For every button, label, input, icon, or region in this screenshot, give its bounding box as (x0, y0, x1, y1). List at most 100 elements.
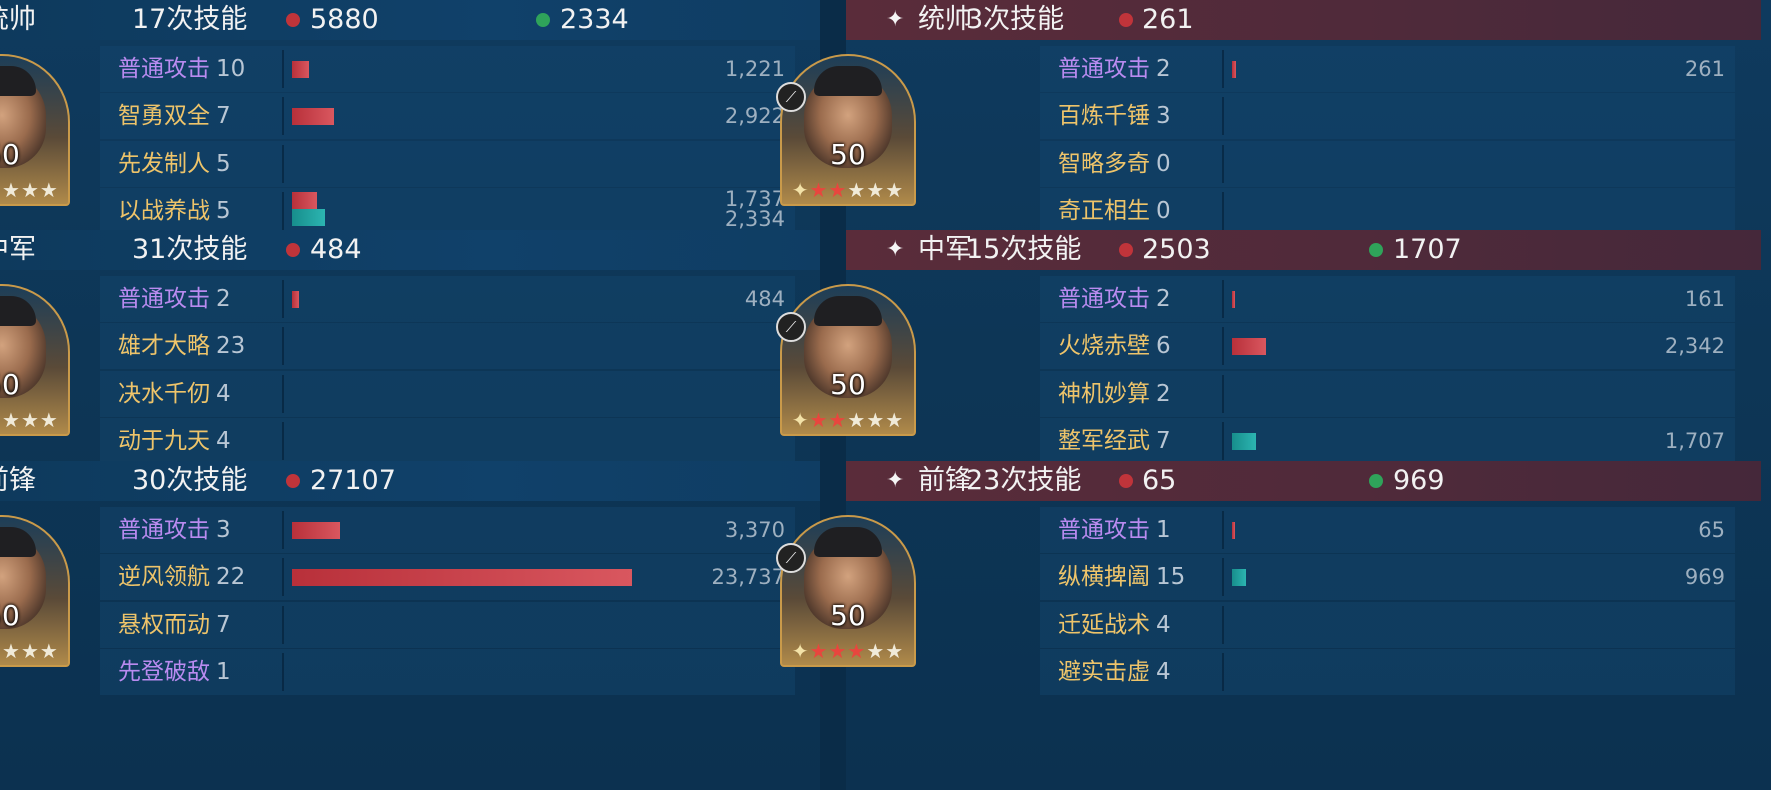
skill-name-text: 神机妙算 (1058, 381, 1150, 407)
skill-row[interactable]: 以战养战 5 1,737 2,334 (100, 187, 795, 234)
skill-row[interactable]: 先发制人 5 (100, 141, 795, 187)
skill-name: 决水千仞 4 (118, 371, 231, 417)
skill-name-text: 先登破敌 (118, 659, 210, 685)
hero-portrait[interactable]: 50 ✦★★★★★ ⟋ (776, 515, 916, 667)
skill-row[interactable]: 避实击虚 4 (1040, 649, 1735, 695)
skill-row[interactable]: 百炼千锤 3 (1040, 93, 1735, 139)
skill-row[interactable]: 普通攻击 3 3,370 (100, 507, 795, 553)
hero-level: 50 (830, 599, 866, 632)
hero-portrait[interactable]: 50 ★★★★★★ (0, 284, 70, 436)
star-icon: ★ (866, 639, 886, 663)
skill-name: 整军经武 7 (1058, 418, 1171, 464)
skill-name-text: 避实击虚 (1058, 659, 1150, 685)
damage-dot-icon (1119, 13, 1133, 27)
skill-name-text: 动于九天 (118, 428, 210, 454)
skill-row[interactable]: 先登破敌 1 (100, 649, 795, 695)
skill-name: 迁延战术 4 (1058, 602, 1171, 648)
damage-value: 161 (1684, 287, 1725, 311)
skill-name: 先登破敌 1 (118, 649, 231, 695)
star-icon: ★ (20, 639, 40, 663)
spear-icon: ⟋ (776, 312, 806, 342)
skill-row[interactable]: 整军经武 7 1,707 (1040, 418, 1735, 464)
row-separator (1222, 653, 1224, 691)
skill-use-count: 4 (1156, 612, 1171, 638)
group-header: ✦ 统帅 3次技能 261 (846, 0, 1761, 40)
skill-row[interactable]: 逆风领航 22 23,737 (100, 554, 795, 600)
skill-row[interactable]: 悬权而动 7 (100, 602, 795, 648)
row-separator (282, 375, 284, 413)
skill-name: 纵横捭阖 15 (1058, 554, 1185, 600)
left-team-panel: 统帅17次技能5880233450★★★★★★普通攻击101,221智勇双全72… (0, 0, 820, 790)
skill-row[interactable]: 智略多奇 0 (1040, 141, 1735, 187)
skill-cast-count: 15次技能 (966, 234, 1082, 265)
skill-row[interactable]: 智勇双全 7 2,922 (100, 93, 795, 139)
sparkle-icon: ✦ (791, 639, 810, 663)
star-icon: ★ (39, 178, 59, 202)
skill-row[interactable]: 普通攻击 2 261 (1040, 46, 1735, 92)
skill-row[interactable]: 普通攻击 10 1,221 (100, 46, 795, 92)
hero-portrait[interactable]: 50 ✦★★★★★ ⟋ (776, 284, 916, 436)
hero-portrait[interactable]: 50 ★★★★★★ (0, 515, 70, 667)
skill-use-count: 1 (1156, 517, 1171, 543)
skill-row[interactable]: 动于九天 4 (100, 418, 795, 464)
damage-value: 484 (744, 287, 785, 311)
damage-bar (292, 108, 334, 125)
damage-dot-icon (1119, 474, 1133, 488)
skill-row[interactable]: 奇正相生 0 (1040, 188, 1735, 234)
damage-bar (1232, 291, 1235, 308)
skill-row[interactable]: 纵横捭阖 15 969 (1040, 554, 1735, 600)
row-separator (1222, 280, 1224, 318)
hero-portrait[interactable]: 50 ★★★★★★ (0, 54, 70, 206)
group-header: 中军 31次技能 484 (0, 230, 820, 270)
row-separator (1222, 422, 1224, 460)
heal-dot-icon (536, 13, 550, 27)
row-separator (1222, 375, 1224, 413)
skill-row[interactable]: 决水千仞 4 (100, 371, 795, 417)
axe-icon: ⟋ (776, 82, 806, 112)
skill-cast-count: 3次技能 (966, 4, 1065, 35)
hero-level: 50 (830, 368, 866, 401)
group-header: 前锋 30次技能 27107 (0, 461, 820, 501)
star-rating: ✦★★★★★ (786, 408, 910, 432)
group-header: ✦ 前锋 23次技能 65 969 (846, 461, 1761, 501)
skill-row[interactable]: 雄才大略 23 (100, 323, 795, 369)
skill-name-text: 决水千仞 (118, 381, 210, 407)
skill-name: 普通攻击 2 (1058, 46, 1171, 92)
damage-dot-icon (286, 243, 300, 257)
skill-name-text: 普通攻击 (1058, 517, 1150, 543)
star-icon: ★ (39, 639, 59, 663)
skill-name-text: 火烧赤壁 (1058, 333, 1150, 359)
skill-row[interactable]: 神机妙算 2 (1040, 371, 1735, 417)
heal-bar (1232, 433, 1256, 450)
damage-value: 3,370 (724, 518, 785, 542)
star-icon: ★ (809, 178, 829, 202)
row-separator (282, 145, 284, 183)
skill-use-count: 5 (216, 151, 231, 177)
sparkle-icon: ✦ (886, 237, 905, 262)
skill-row[interactable]: 火烧赤壁 6 2,342 (1040, 323, 1735, 369)
skill-row[interactable]: 普通攻击 2 484 (100, 276, 795, 322)
hero-portrait[interactable]: 50 ✦★★★★★ ⟋ (776, 54, 916, 206)
skill-name: 避实击虚 4 (1058, 649, 1171, 695)
sparkle-icon: ✦ (791, 408, 810, 432)
skill-row[interactable]: 普通攻击 2 161 (1040, 276, 1735, 322)
skill-cast-count: 17次技能 (132, 4, 248, 35)
skill-row[interactable]: 普通攻击 1 65 (1040, 507, 1735, 553)
row-separator (282, 653, 284, 691)
damage-value: 2,342 (1664, 334, 1725, 358)
heal-total: 2334 (560, 4, 629, 35)
damage-total: 2503 (1142, 234, 1211, 265)
skill-name-text: 智略多奇 (1058, 151, 1150, 177)
group-header: ✦ 中军 15次技能 2503 1707 (846, 230, 1761, 270)
sparkle-icon: ✦ (791, 178, 810, 202)
skill-name: 雄才大略 23 (118, 323, 245, 369)
skill-row[interactable]: 迁延战术 4 (1040, 602, 1735, 648)
star-icon: ★ (847, 639, 867, 663)
skill-use-count: 2 (1156, 381, 1171, 407)
heal-total: 1707 (1393, 234, 1462, 265)
row-separator (282, 422, 284, 460)
damage-value: 1,221 (724, 57, 785, 81)
skill-name: 先发制人 5 (118, 141, 231, 187)
heal-total: 969 (1393, 465, 1445, 496)
skill-name-text: 纵横捭阖 (1058, 564, 1150, 590)
